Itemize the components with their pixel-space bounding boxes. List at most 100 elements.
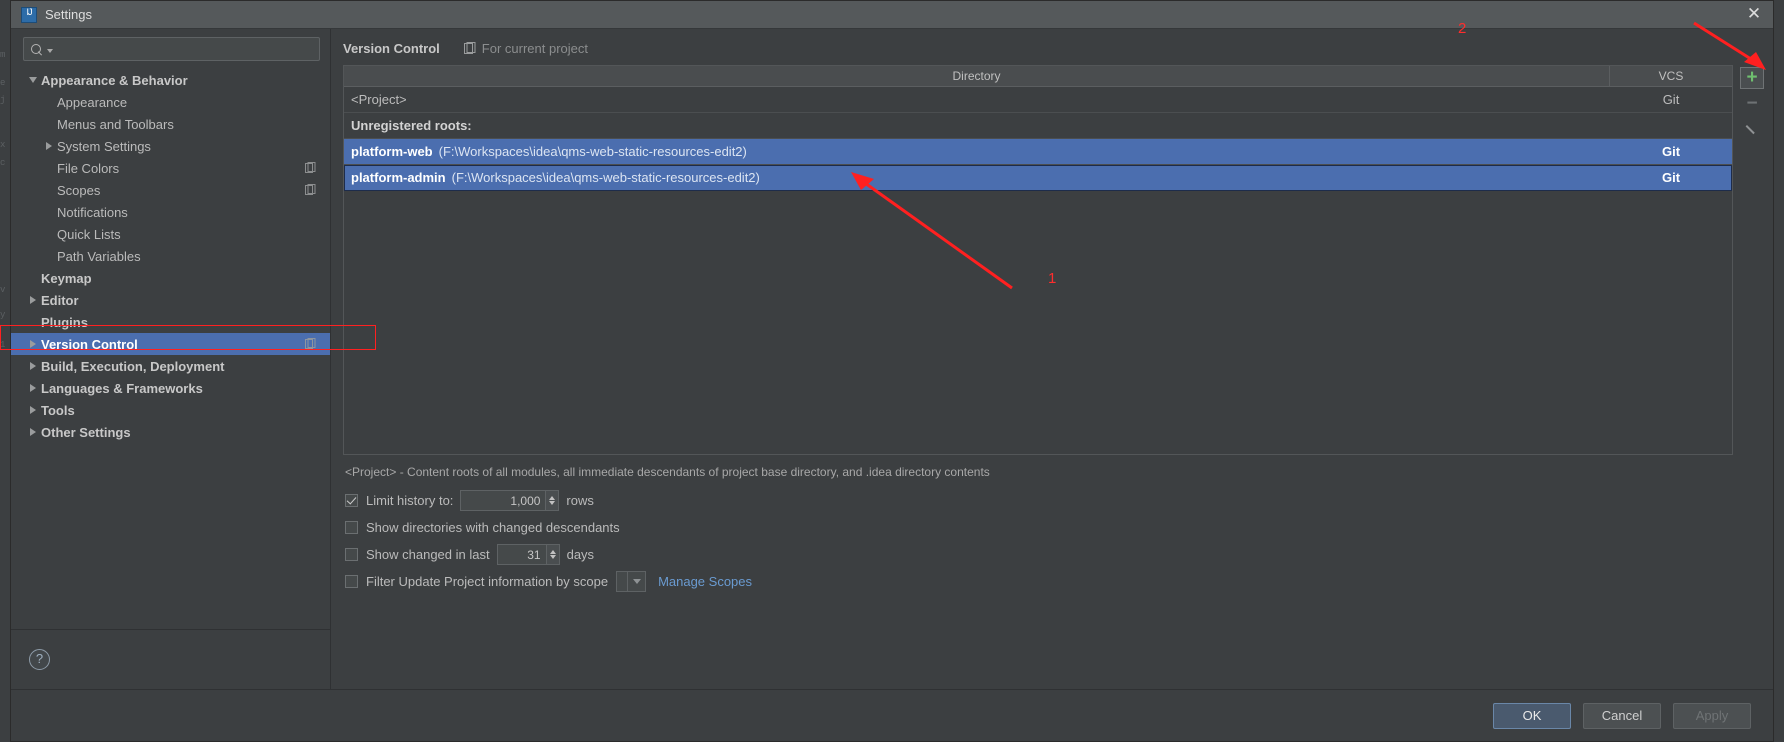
cancel-button[interactable]: Cancel [1583, 702, 1661, 729]
chevron-right-icon[interactable] [25, 296, 41, 304]
directory-mappings-table[interactable]: Directory VCS <Project> Git Unregistered r… [343, 65, 1733, 455]
sidebar-item-appearance[interactable]: Appearance [11, 91, 330, 113]
table-row[interactable]: <Project> Git [344, 87, 1732, 113]
sidebar-item-system-settings[interactable]: System Settings [11, 135, 330, 157]
show-changed-in-last-checkbox[interactable] [345, 548, 358, 561]
sidebar-item-label: Version Control [41, 336, 138, 352]
group-label: Unregistered roots: [351, 118, 472, 133]
sidebar-item-label: File Colors [57, 160, 120, 176]
apply-button[interactable]: Apply [1673, 702, 1751, 729]
filter-update-by-scope-checkbox[interactable] [345, 575, 358, 588]
chevron-right-icon[interactable] [25, 428, 41, 436]
dialog-titlebar: Settings ✕ [11, 1, 1773, 29]
remove-mapping-button[interactable]: − [1740, 93, 1764, 115]
search-wrapper [11, 29, 330, 67]
cell-vcs[interactable]: Git [1610, 139, 1732, 164]
ok-button[interactable]: OK [1493, 702, 1571, 729]
sidebar-item-languages-frameworks[interactable]: Languages & Frameworks [11, 377, 330, 399]
mappings-table-area: Directory VCS <Project> Git Unregistered r… [343, 65, 1767, 455]
options-list: Limit history to: 1,000 rows Show direct… [345, 487, 1773, 595]
settings-category-tree[interactable]: Appearance & Behavior Appearance Menus and… [11, 67, 330, 629]
sidebar-item-notifications[interactable]: Notifications [11, 201, 330, 223]
background-editor-strip-right [1774, 0, 1784, 742]
show-changed-days-value[interactable]: 31 [498, 545, 546, 564]
sidebar-item-keymap[interactable]: Keymap [11, 267, 330, 289]
annotation-label-1: 1 [1048, 270, 1057, 287]
search-box[interactable] [23, 37, 320, 61]
chevron-right-icon[interactable] [25, 406, 41, 414]
sidebar-item-appearance-behavior[interactable]: Appearance & Behavior [11, 69, 330, 91]
sidebar-item-editor[interactable]: Editor [11, 289, 330, 311]
stepper-arrows-icon[interactable] [545, 491, 559, 510]
sidebar-item-label: Build, Execution, Deployment [41, 358, 225, 374]
limit-history-stepper[interactable]: 1,000 [460, 490, 560, 511]
root-path: (F:\Workspaces\idea\qms-web-static-resou… [438, 144, 747, 159]
sidebar-item-label: Notifications [57, 204, 128, 220]
root-name: platform-web [351, 144, 433, 159]
table-body[interactable]: <Project> Git Unregistered roots: platform-… [344, 87, 1732, 454]
table-toolbar: + − [1737, 65, 1767, 455]
option-show-dirs-changed-descendants: Show directories with changed descendant… [345, 514, 1773, 541]
show-dirs-changed-descendants-label: Show directories with changed descendant… [366, 520, 620, 535]
sidebar-item-path-variables[interactable]: Path Variables [11, 245, 330, 267]
sidebar-item-label: Path Variables [57, 248, 141, 264]
annotation-label-2: 2 [1458, 20, 1467, 37]
option-show-changed-in-last: Show changed in last 31 days [345, 541, 1773, 568]
sidebar-item-tools[interactable]: Tools [11, 399, 330, 421]
version-control-panel: Version Control For current project Dire… [331, 29, 1773, 689]
sidebar-item-menus-and-toolbars[interactable]: Menus and Toolbars [11, 113, 330, 135]
option-filter-update-by-scope: Filter Update Project information by sco… [345, 568, 1773, 595]
pencil-icon [1746, 124, 1758, 136]
sidebar-item-other-settings[interactable]: Other Settings [11, 421, 330, 443]
cell-vcs[interactable] [1610, 113, 1732, 138]
cell-vcs[interactable]: Git [1610, 165, 1732, 190]
sidebar-item-label: Appearance [57, 94, 128, 110]
manage-scopes-link[interactable]: Manage Scopes [658, 574, 752, 589]
sidebar-item-build-execution-deployment[interactable]: Build, Execution, Deployment [11, 355, 330, 377]
project-scope-icon [463, 41, 476, 55]
sidebar-item-label: Quick Lists [57, 226, 121, 242]
sidebar-item-label: System Settings [57, 138, 151, 154]
sidebar-item-version-control[interactable]: Version Control [11, 333, 330, 355]
add-mapping-button[interactable]: + [1740, 67, 1764, 89]
table-header-row: Directory VCS [344, 66, 1732, 87]
chevron-right-icon[interactable] [25, 362, 41, 370]
sidebar-item-quick-lists[interactable]: Quick Lists [11, 223, 330, 245]
chevron-right-icon[interactable] [25, 340, 41, 348]
table-row[interactable]: platform-admin (F:\Workspaces\idea\qms-we… [344, 165, 1732, 191]
directory-label: <Project> [351, 92, 407, 107]
sidebar-item-file-colors[interactable]: File Colors [11, 157, 330, 179]
column-header-directory[interactable]: Directory [344, 66, 1610, 86]
sidebar-footer: ? [11, 629, 330, 689]
sidebar-item-plugins[interactable]: Plugins [11, 311, 330, 333]
chevron-right-icon[interactable] [41, 142, 57, 150]
show-dirs-changed-descendants-checkbox[interactable] [345, 521, 358, 534]
dialog-title: Settings [45, 7, 92, 22]
limit-history-suffix: rows [566, 493, 594, 508]
stepper-arrows-icon[interactable] [545, 545, 559, 564]
settings-dialog: Settings ✕ Appearance & BehaviorAppearan… [10, 0, 1774, 742]
table-row[interactable]: platform-web (F:\Workspaces\idea\qms-web-… [344, 139, 1732, 165]
cell-vcs[interactable]: Git [1610, 87, 1732, 112]
dialog-body: Appearance & Behavior Appearance Menus and… [11, 29, 1773, 689]
help-button[interactable]: ? [29, 649, 50, 670]
sidebar-item-scopes[interactable]: Scopes [11, 179, 330, 201]
show-changed-days-stepper[interactable]: 31 [496, 544, 560, 565]
column-header-vcs[interactable]: VCS [1610, 66, 1732, 86]
search-input[interactable] [53, 41, 313, 57]
limit-history-checkbox[interactable] [345, 494, 358, 507]
sidebar-item-label: Editor [41, 292, 79, 308]
chevron-down-icon[interactable] [25, 77, 41, 83]
edit-mapping-button[interactable] [1740, 119, 1764, 141]
show-changed-in-last-label: Show changed in last [366, 547, 490, 562]
table-row[interactable]: Unregistered roots: [344, 113, 1732, 139]
filter-update-by-scope-label: Filter Update Project information by sco… [366, 574, 609, 589]
intellij-idea-icon [21, 6, 37, 23]
cell-directory: platform-admin (F:\Workspaces\idea\qms-we… [344, 165, 1610, 190]
limit-history-value[interactable]: 1,000 [461, 491, 545, 510]
limit-history-label: Limit history to: [366, 493, 454, 508]
scope-select[interactable] [616, 571, 647, 592]
project-hint-text: <Project> - Content roots of all modules… [345, 465, 990, 479]
close-icon[interactable]: ✕ [1741, 4, 1767, 26]
chevron-right-icon[interactable] [25, 384, 41, 392]
